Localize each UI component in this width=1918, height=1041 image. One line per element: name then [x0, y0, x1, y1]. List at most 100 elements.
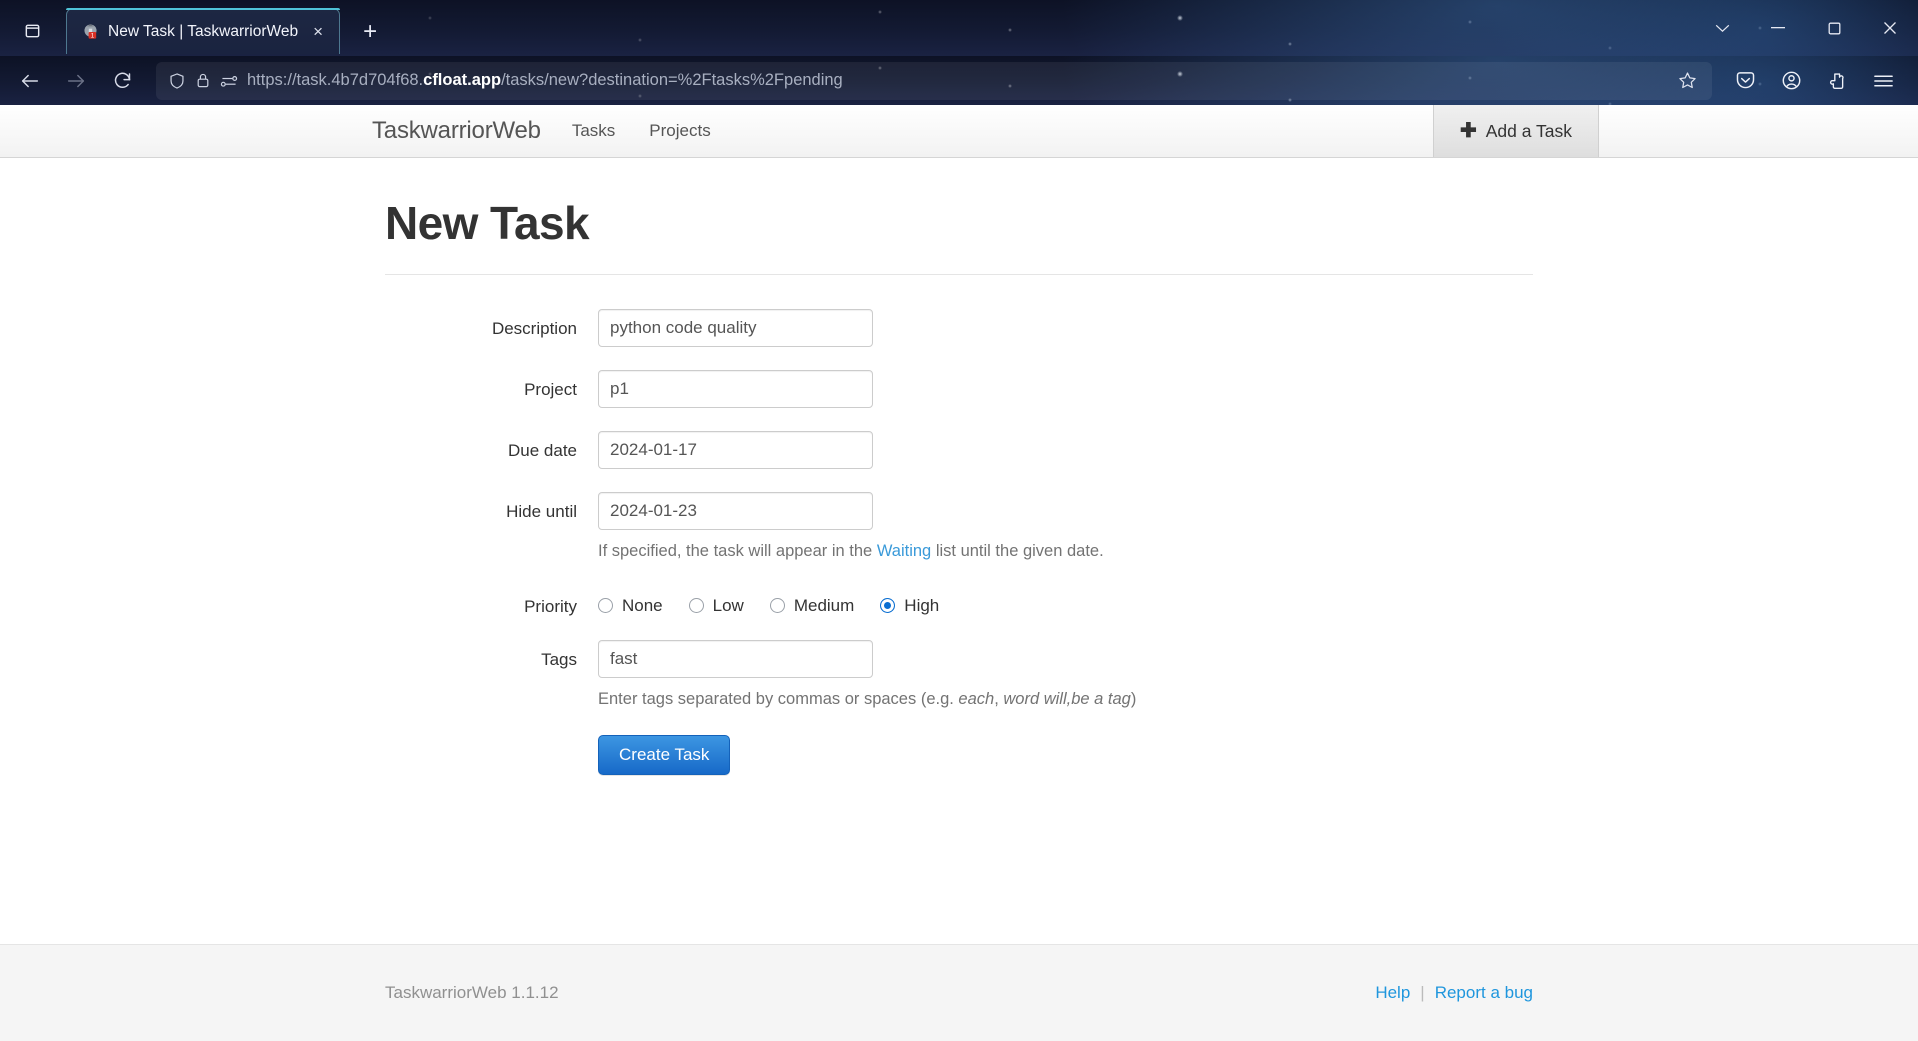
new-task-form: Description python code quality Project …: [385, 275, 1533, 775]
close-icon[interactable]: ×: [307, 21, 329, 43]
tags-help-suffix: ): [1130, 689, 1137, 708]
footer-separator: |: [1420, 983, 1425, 1002]
browser-tab[interactable]: 1 New Task | TaskwarriorWeb ×: [66, 8, 341, 54]
report-bug-link[interactable]: Report a bug: [1435, 983, 1533, 1003]
page-viewport: TaskwarriorWeb Tasks Projects ✚ Add a Ta…: [0, 105, 1918, 1041]
hide-until-help-prefix: If specified, the task will appear in th…: [598, 542, 877, 560]
priority-option-label: Low: [712, 595, 744, 615]
navigation-toolbar: https://task.4b7d704f68.cfloat.app/tasks…: [0, 56, 1918, 105]
description-control: python code quality: [598, 309, 1533, 347]
reload-button[interactable]: [100, 61, 144, 101]
form-row-description: Description python code quality: [385, 309, 1533, 347]
app-navbar: TaskwarriorWeb Tasks Projects ✚ Add a Ta…: [0, 105, 1918, 158]
tags-help-example-2: word will,be a tag: [1003, 689, 1131, 708]
tab-title: New Task | TaskwarriorWeb: [108, 22, 299, 40]
nav-item-tasks[interactable]: Tasks: [555, 105, 632, 157]
account-icon[interactable]: [1770, 61, 1812, 101]
priority-option-label: Medium: [793, 595, 855, 615]
add-task-button[interactable]: ✚ Add a Task: [1432, 105, 1599, 157]
submit-control: Create Task: [598, 734, 1533, 775]
chevron-down-icon[interactable]: [1694, 5, 1750, 51]
tags-input[interactable]: fast: [598, 639, 873, 678]
navbar-spacer: [728, 105, 1433, 157]
url-text[interactable]: https://task.4b7d704f68.cfloat.app/tasks…: [247, 71, 1661, 90]
due-date-control: 2024-01-17: [598, 431, 1533, 469]
hide-until-help: If specified, the task will appear in th…: [598, 540, 1533, 564]
pocket-icon[interactable]: [1724, 61, 1766, 101]
add-task-label: Add a Task: [1485, 120, 1572, 141]
address-bar[interactable]: https://task.4b7d704f68.cfloat.app/tasks…: [156, 61, 1712, 100]
tags-help: Enter tags separated by commas or spaces…: [598, 688, 1533, 712]
priority-control: None Low Medium High: [598, 587, 1533, 616]
maximize-button[interactable]: [1806, 5, 1862, 51]
priority-option-medium[interactable]: Medium: [769, 595, 855, 616]
form-row-hide-until: Hide until 2024-01-23 If specified, the …: [385, 492, 1533, 564]
url-host: cfloat.app: [423, 71, 502, 89]
page-footer: TaskwarriorWeb 1.1.12 Help | Report a bu…: [0, 944, 1918, 1041]
footer-inner: TaskwarriorWeb 1.1.12 Help | Report a bu…: [370, 983, 1548, 1003]
priority-radio-group: None Low Medium High: [598, 587, 1533, 616]
tags-label: Tags: [541, 649, 577, 669]
waiting-link[interactable]: Waiting: [877, 542, 931, 560]
tags-help-prefix: Enter tags separated by commas or spaces…: [598, 689, 959, 708]
permissions-icon[interactable]: [220, 73, 238, 89]
main-container: New Task Description python code quality…: [370, 158, 1548, 944]
form-row-priority: Priority None Low Medium High: [385, 587, 1533, 617]
window-controls: [1694, 0, 1918, 56]
create-task-button[interactable]: Create Task: [598, 734, 731, 775]
form-row-project: Project p1: [385, 370, 1533, 408]
priority-option-label: None: [622, 595, 663, 615]
star-icon[interactable]: [1670, 64, 1704, 98]
close-window-button[interactable]: [1862, 5, 1918, 51]
taskwarrior-favicon: 1: [81, 23, 99, 41]
form-row-due-date: Due date 2024-01-17: [385, 431, 1533, 469]
hide-until-control: 2024-01-23 If specified, the task will a…: [598, 492, 1533, 564]
radio-icon-selected[interactable]: [880, 598, 896, 614]
radio-icon[interactable]: [688, 598, 704, 614]
priority-option-low[interactable]: Low: [688, 595, 744, 616]
url-path: /tasks/new?destination=%2Ftasks%2Fpendin…: [501, 71, 843, 89]
browser-toolbar-right: [1724, 61, 1904, 101]
hide-until-input[interactable]: 2024-01-23: [598, 492, 873, 530]
plus-icon: ✚: [1459, 120, 1477, 142]
menu-icon[interactable]: [1862, 61, 1904, 101]
priority-option-none[interactable]: None: [598, 596, 663, 616]
tags-control: fast Enter tags separated by commas or s…: [598, 639, 1533, 712]
project-label: Project: [524, 380, 577, 399]
project-input[interactable]: p1: [598, 370, 873, 408]
extensions-icon[interactable]: [1816, 61, 1858, 101]
priority-label: Priority: [524, 596, 577, 616]
new-tab-button[interactable]: +: [350, 12, 390, 52]
url-scheme: https://task.4b7d704f68.: [247, 71, 424, 89]
forward-button[interactable]: [54, 61, 98, 101]
hide-until-label: Hide until: [506, 502, 577, 521]
footer-links: Help | Report a bug: [1375, 983, 1533, 1003]
submit-spacer: [385, 735, 598, 745]
due-date-label: Due date: [508, 441, 577, 460]
description-label: Description: [491, 319, 577, 338]
form-row-tags: Tags fast Enter tags separated by commas…: [385, 639, 1533, 712]
priority-option-high[interactable]: High: [880, 596, 939, 616]
form-row-submit: Create Task: [385, 734, 1533, 775]
tags-help-example-1: each: [958, 689, 995, 708]
minimize-button[interactable]: [1750, 5, 1806, 51]
radio-icon[interactable]: [598, 598, 613, 614]
lock-icon[interactable]: [195, 72, 211, 89]
description-input[interactable]: python code quality: [598, 309, 873, 347]
due-date-input[interactable]: 2024-01-17: [598, 431, 873, 469]
tab-list-icon[interactable]: [10, 8, 54, 52]
tab-strip: 1 New Task | TaskwarriorWeb × +: [0, 0, 1918, 56]
browser-window: 1 New Task | TaskwarriorWeb × + https://…: [0, 0, 1918, 1041]
shield-icon[interactable]: [168, 72, 186, 90]
hide-until-help-suffix: list until the given date.: [931, 542, 1104, 560]
tags-help-mid: ,: [994, 689, 1004, 708]
back-button[interactable]: [8, 61, 52, 101]
page-title: New Task: [385, 197, 590, 249]
nav-item-projects[interactable]: Projects: [632, 105, 727, 157]
project-control: p1: [598, 370, 1533, 408]
priority-option-label: High: [904, 595, 940, 615]
brand-logo[interactable]: TaskwarriorWeb: [372, 105, 555, 157]
footer-version: TaskwarriorWeb 1.1.12: [385, 983, 559, 1002]
help-link[interactable]: Help: [1375, 983, 1410, 1003]
radio-icon[interactable]: [769, 598, 785, 614]
